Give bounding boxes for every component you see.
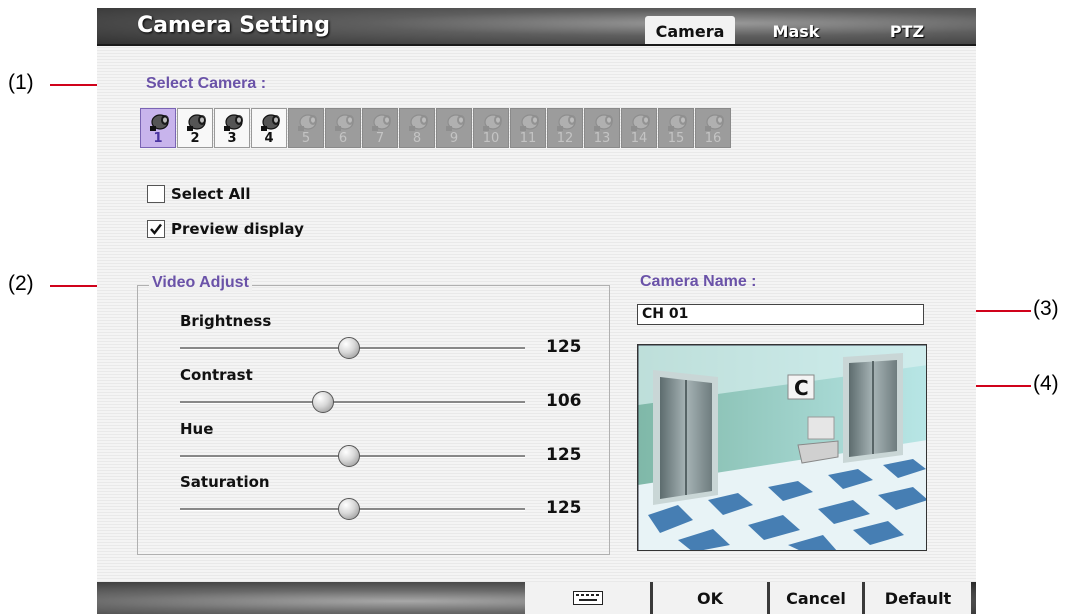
camera-number: 16 <box>704 131 722 146</box>
tab-camera[interactable]: Camera <box>645 16 735 46</box>
camera-name-input[interactable]: CH 01 <box>637 304 924 325</box>
callout-2: (2) <box>8 272 34 295</box>
camera-button-12[interactable]: 12 <box>547 108 583 148</box>
cancel-button[interactable]: Cancel <box>770 582 862 614</box>
camera-name-label: Camera Name : <box>640 273 757 290</box>
hue-label: Hue <box>180 420 214 438</box>
camera-number: 3 <box>227 131 237 146</box>
saturation-slider-knob[interactable] <box>338 498 361 520</box>
callout-4: (4) <box>1033 372 1059 395</box>
camera-button-8[interactable]: 8 <box>399 108 435 148</box>
callout-3: (3) <box>1033 297 1059 320</box>
keyboard-button[interactable] <box>525 582 650 614</box>
select-all-checkbox[interactable] <box>147 185 165 203</box>
callout-1: (1) <box>8 71 34 94</box>
camera-number: 12 <box>556 131 574 146</box>
camera-button-2[interactable]: 2 <box>177 108 213 148</box>
camera-number: 1 <box>153 131 163 146</box>
brightness-value: 125 <box>546 337 582 357</box>
camera-number: 10 <box>482 131 500 146</box>
contrast-slider[interactable] <box>180 401 525 404</box>
bottom-bar: OK Cancel Default <box>97 582 976 614</box>
contrast-label: Contrast <box>180 366 253 384</box>
camera-button-3[interactable]: 3 <box>214 108 250 148</box>
hue-slider-knob[interactable] <box>338 445 361 467</box>
camera-number: 4 <box>264 131 274 146</box>
ok-button[interactable]: OK <box>653 582 767 614</box>
saturation-value: 125 <box>546 498 582 518</box>
brightness-label: Brightness <box>180 312 272 330</box>
preview-display-label: Preview display <box>171 220 304 238</box>
video-adjust-label: Video Adjust <box>149 274 252 292</box>
camera-button-9[interactable]: 9 <box>436 108 472 148</box>
select-camera-label: Select Camera : <box>146 75 267 92</box>
contrast-value: 106 <box>546 391 582 411</box>
camera-number: 13 <box>593 131 611 146</box>
svg-text:C: C <box>794 376 809 400</box>
camera-button-15[interactable]: 15 <box>658 108 694 148</box>
saturation-label: Saturation <box>180 473 270 491</box>
camera-button-14[interactable]: 14 <box>621 108 657 148</box>
tab-ptz[interactable]: PTZ <box>872 16 942 46</box>
select-all-option[interactable]: Select All <box>147 185 250 203</box>
camera-button-5[interactable]: 5 <box>288 108 324 148</box>
camera-number: 11 <box>519 131 537 146</box>
brightness-slider-knob[interactable] <box>338 337 361 359</box>
camera-number: 9 <box>449 131 459 146</box>
camera-button-16[interactable]: 16 <box>695 108 731 148</box>
camera-preview-image: C <box>637 344 927 551</box>
camera-number: 15 <box>667 131 685 146</box>
camera-button-1[interactable]: 1 <box>140 108 176 148</box>
camera-button-6[interactable]: 6 <box>325 108 361 148</box>
camera-button-10[interactable]: 10 <box>473 108 509 148</box>
camera-button-7[interactable]: 7 <box>362 108 398 148</box>
camera-button-13[interactable]: 13 <box>584 108 620 148</box>
camera-number: 14 <box>630 131 648 146</box>
tab-mask[interactable]: Mask <box>761 16 831 46</box>
default-button[interactable]: Default <box>865 582 971 614</box>
title-bar: Camera Setting Camera Mask PTZ <box>97 8 976 46</box>
camera-button-11[interactable]: 11 <box>510 108 546 148</box>
select-all-label: Select All <box>171 185 251 203</box>
window-title: Camera Setting <box>137 13 330 38</box>
camera-button-4[interactable]: 4 <box>251 108 287 148</box>
camera-number: 2 <box>190 131 200 146</box>
camera-selector: 1 2 3 4 5 6 7 8 9 10 11 12 13 14 15 16 <box>140 108 732 148</box>
camera-number: 8 <box>412 131 422 146</box>
camera-setting-window: Camera Setting Camera Mask PTZ Select Ca… <box>97 8 976 614</box>
preview-display-option[interactable]: Preview display <box>147 220 304 238</box>
hue-value: 125 <box>546 445 582 465</box>
keyboard-icon <box>572 591 603 605</box>
preview-display-checkbox[interactable] <box>147 220 165 238</box>
camera-number: 5 <box>301 131 311 146</box>
checkmark-icon <box>150 223 162 235</box>
camera-number: 7 <box>375 131 385 146</box>
camera-number: 6 <box>338 131 348 146</box>
